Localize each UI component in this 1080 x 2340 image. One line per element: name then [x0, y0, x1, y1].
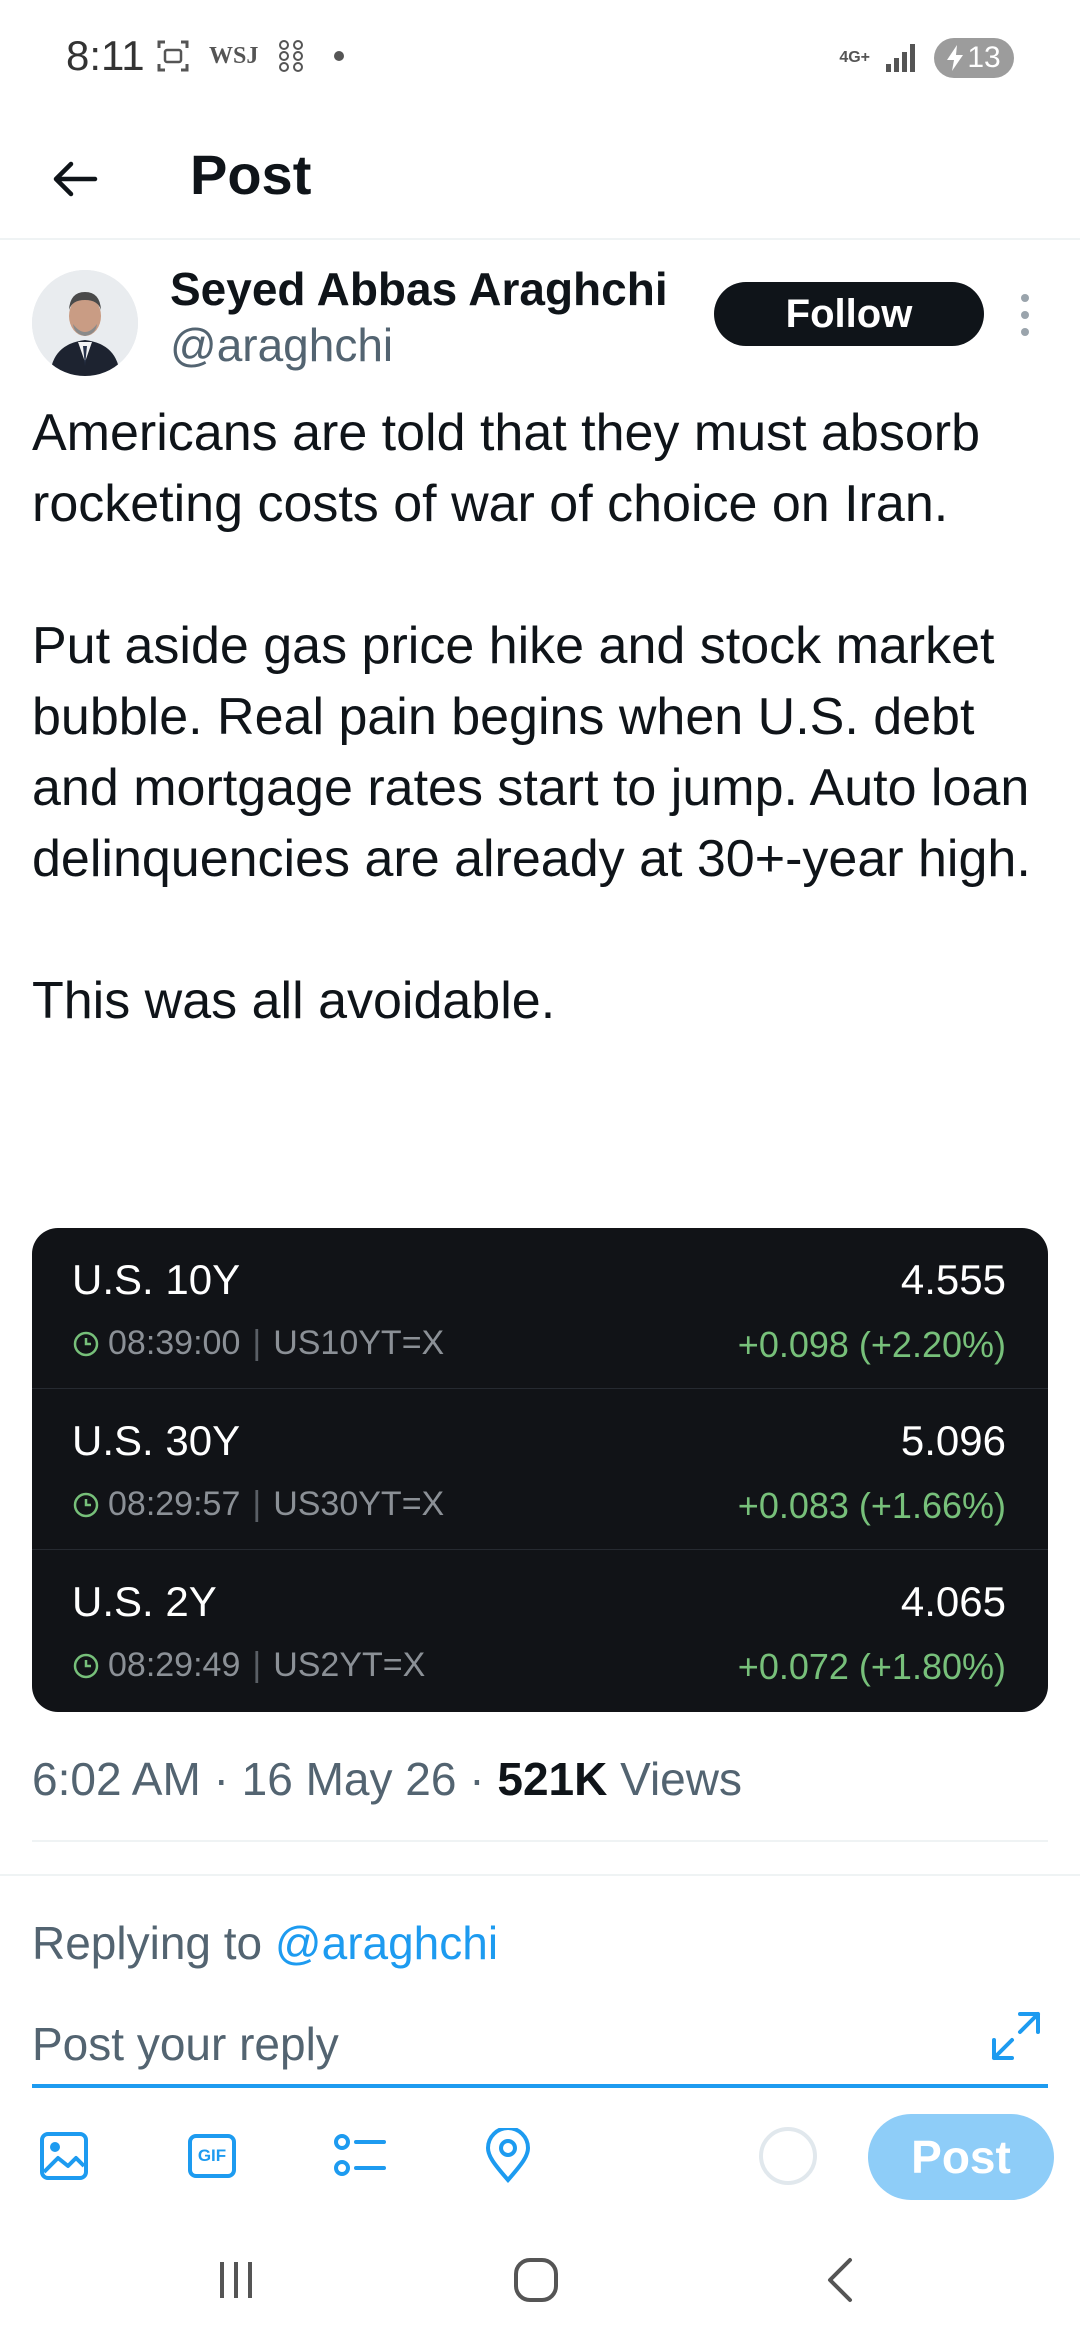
quote-value: 4.065 — [900, 1578, 1006, 1625]
charging-bolt-icon — [947, 45, 964, 71]
quote-value: 4.555 — [900, 1256, 1006, 1303]
quote-symbol: US2YT=X — [273, 1646, 426, 1684]
quote-change: +0.098 (+2.20%) — [737, 1324, 1006, 1365]
gif-label: GIF — [197, 2146, 227, 2165]
quote-value: 5.096 — [900, 1417, 1006, 1464]
status-left-icons: WSJ — [155, 38, 345, 74]
post-paragraph: Americans are told that they must absorb… — [32, 404, 981, 533]
status-right-icons: 4G+ 13 — [839, 38, 1014, 78]
follow-button[interactable]: Follow — [714, 282, 984, 346]
avatar[interactable] — [32, 270, 138, 376]
quote-symbol: US10YT=X — [273, 1324, 445, 1362]
bond-yield-card[interactable]: U.S. 10Y 4.555 08:39:00 | US10YT=X +0.09… — [32, 1228, 1048, 1712]
replying-to-handle[interactable]: @araghchi — [275, 1917, 498, 1969]
back-nav-button[interactable] — [800, 2250, 880, 2310]
clock-icon — [73, 1331, 99, 1356]
meta-dot: · — [213, 1753, 229, 1805]
post-paragraph: This was all avoidable. — [32, 972, 556, 1030]
more-dot — [1021, 327, 1029, 336]
top-app-bar: Post — [0, 120, 1080, 240]
clock-icon — [73, 1492, 99, 1517]
views-label[interactable]: Views — [620, 1753, 742, 1805]
character-count-circle — [759, 2127, 817, 2185]
back-button[interactable] — [40, 144, 110, 214]
meta-dot: · — [469, 1753, 485, 1805]
home-button[interactable] — [496, 2250, 576, 2310]
quote-change: +0.083 (+1.66%) — [737, 1485, 1006, 1526]
quote-row: U.S. 10Y 4.555 08:39:00 | US10YT=X +0.09… — [32, 1228, 1048, 1389]
wsj-icon: WSJ — [209, 42, 259, 69]
network-type-label: 4G+ — [839, 49, 870, 66]
replying-to: Replying to @araghchi — [32, 1916, 498, 1970]
quote-name: U.S. 10Y — [72, 1256, 241, 1303]
author-handle[interactable]: @araghchi — [170, 318, 393, 372]
recent-apps-button[interactable] — [196, 2250, 276, 2310]
divider — [0, 1874, 1080, 1876]
battery-indicator: 13 — [934, 38, 1014, 78]
quote-separator: | — [252, 1485, 262, 1523]
home-icon — [514, 2258, 558, 2302]
battery-level: 13 — [967, 41, 1001, 74]
quote-separator: | — [252, 1646, 262, 1684]
gif-icon: GIF — [188, 2134, 236, 2178]
quote-change: +0.072 (+1.80%) — [737, 1646, 1006, 1687]
grid-dots-icon — [279, 40, 304, 72]
image-icon — [40, 2132, 88, 2180]
quote-meta: 08:29:57 | US30YT=X — [72, 1485, 444, 1524]
recent-apps-icon — [220, 2262, 252, 2298]
gif-button[interactable]: GIF — [182, 2126, 242, 2186]
more-dot — [1021, 294, 1029, 303]
system-navigation-bar — [0, 2220, 1080, 2340]
expand-icon — [992, 2012, 1040, 2060]
signal-icon — [886, 44, 915, 72]
quote-symbol: US30YT=X — [273, 1485, 445, 1523]
post-meta: 6:02 AM · 16 May 26 · 521K Views — [32, 1752, 742, 1806]
quote-separator: | — [252, 1324, 262, 1362]
post-paragraph: Put aside gas price hike and stock marke… — [32, 617, 1031, 888]
replying-to-label: Replying to — [32, 1917, 263, 1969]
more-dot — [1021, 310, 1029, 319]
post-text: Americans are told that they must absorb… — [32, 398, 1052, 1037]
views-count[interactable]: 521K — [497, 1753, 607, 1805]
quote-row: U.S. 2Y 4.065 08:29:49 | US2YT=X +0.072 … — [32, 1550, 1048, 1711]
chevron-left-icon — [828, 2258, 852, 2302]
post-date: 16 May 26 — [241, 1753, 457, 1805]
quote-time: 08:29:57 — [108, 1485, 241, 1523]
avatar-photo — [32, 270, 138, 376]
post-time: 6:02 AM — [32, 1753, 201, 1805]
reply-input-underline — [32, 2084, 1048, 2088]
page-title: Post — [190, 143, 312, 206]
expand-button[interactable] — [988, 2008, 1044, 2064]
quote-time: 08:39:00 — [108, 1324, 241, 1362]
quote-name: U.S. 2Y — [72, 1578, 217, 1625]
quote-row: U.S. 30Y 5.096 08:29:57 | US30YT=X +0.08… — [32, 1389, 1048, 1550]
status-time: 8:11 — [66, 32, 145, 79]
status-bar: 8:11 WSJ 4G+ 13 — [0, 0, 1080, 120]
location-button[interactable] — [478, 2126, 538, 2186]
divider — [32, 1840, 1048, 1842]
reply-input[interactable] — [32, 2006, 992, 2082]
location-icon — [485, 2128, 531, 2184]
screenshot-icon — [157, 40, 189, 72]
quote-time: 08:29:49 — [108, 1646, 241, 1684]
quote-name: U.S. 30Y — [72, 1417, 241, 1464]
clock-icon — [73, 1653, 99, 1678]
poll-icon — [334, 2134, 386, 2176]
notification-dot — [334, 51, 345, 61]
poll-button[interactable] — [330, 2126, 390, 2186]
image-button[interactable] — [34, 2126, 94, 2186]
post-reply-button[interactable]: Post — [868, 2114, 1054, 2200]
author-name[interactable]: Seyed Abbas Araghchi — [170, 262, 668, 316]
more-options-button[interactable] — [1010, 290, 1040, 340]
arrow-left-icon — [53, 161, 98, 197]
quote-meta: 08:39:00 | US10YT=X — [72, 1324, 444, 1363]
quote-meta: 08:29:49 | US2YT=X — [72, 1646, 425, 1685]
